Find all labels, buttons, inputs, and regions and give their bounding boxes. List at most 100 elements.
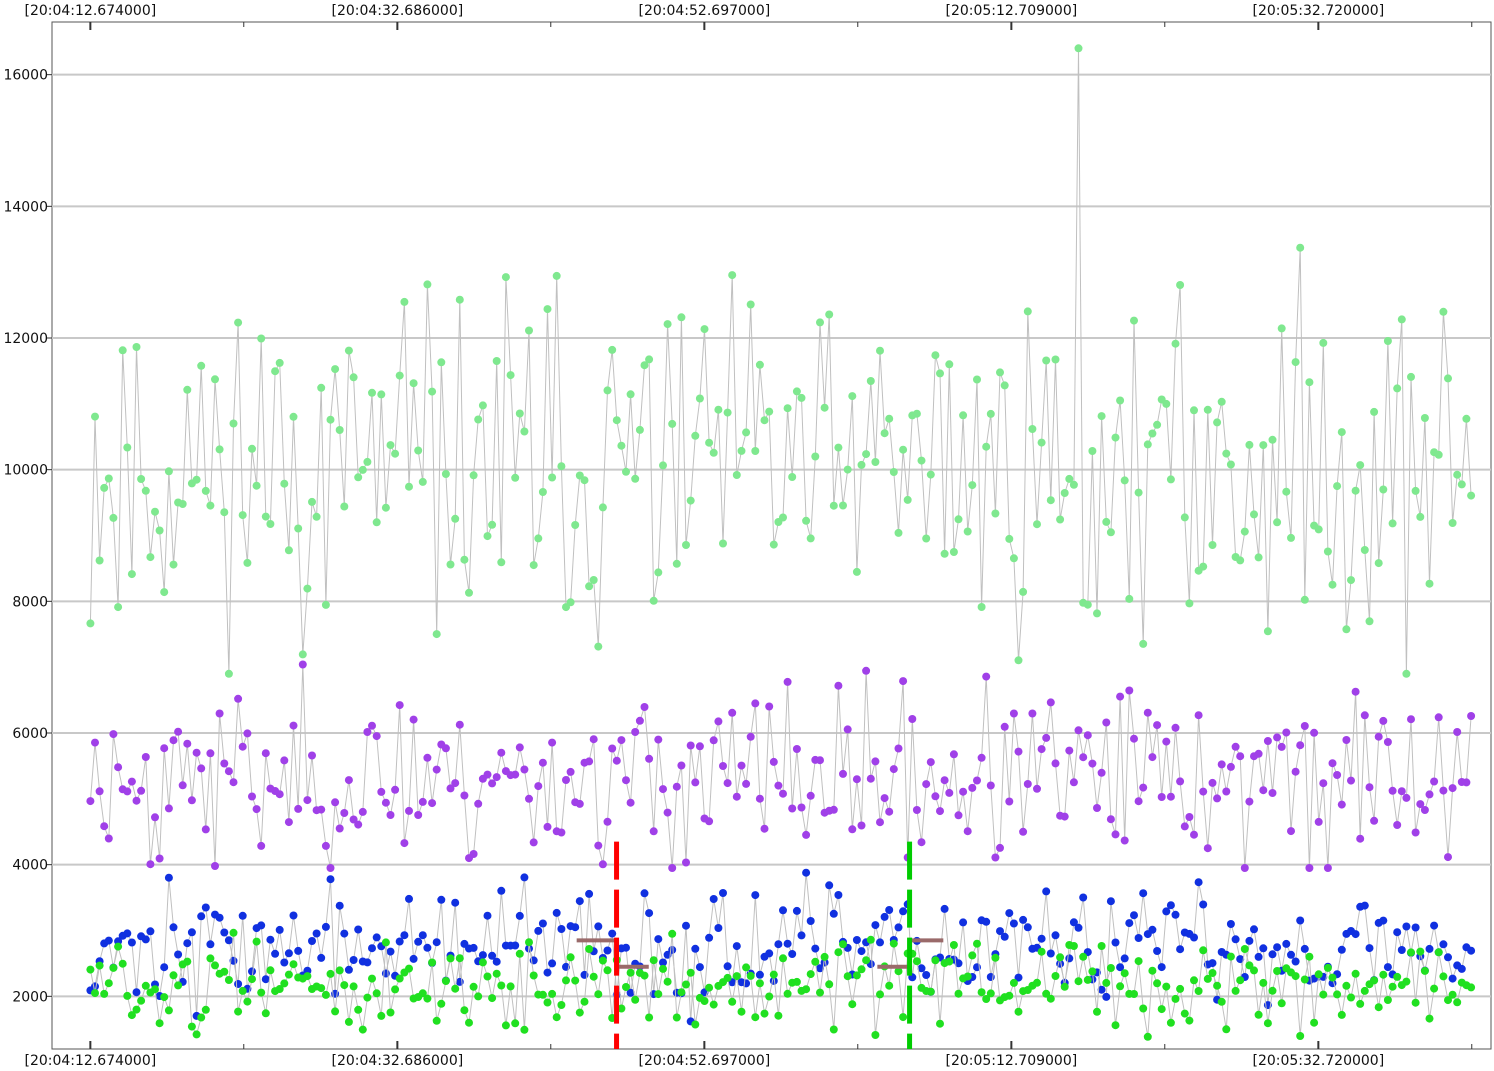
data-point: [709, 895, 718, 903]
data-point: [802, 830, 811, 839]
data-point: [1213, 418, 1222, 427]
data-point: [437, 895, 446, 904]
data-point: [1134, 934, 1143, 942]
data-point: [1171, 723, 1180, 732]
data-point: [321, 841, 330, 850]
data-point: [1042, 356, 1051, 365]
data-point: [603, 386, 612, 395]
data-point: [340, 981, 349, 990]
y-tick-label: 8000: [12, 594, 48, 610]
data-point: [894, 923, 903, 932]
data-point: [104, 936, 113, 945]
data-point: [1014, 747, 1023, 756]
data-point: [335, 824, 344, 833]
data-point: [894, 528, 903, 537]
data-point: [899, 677, 908, 686]
data-point: [127, 938, 136, 947]
data-point: [358, 807, 367, 816]
data-point: [806, 917, 815, 925]
data-point: [1351, 930, 1360, 939]
data-point: [1250, 966, 1258, 975]
data-point: [1009, 554, 1018, 563]
data-point: [192, 1030, 201, 1039]
data-point: [104, 979, 113, 988]
data-point: [1342, 736, 1351, 744]
data-point: [211, 862, 219, 870]
data-point: [229, 778, 238, 787]
data-point: [132, 988, 141, 997]
data-point: [1176, 984, 1185, 993]
data-point: [1300, 595, 1309, 604]
data-point: [465, 1018, 473, 1027]
data-point: [455, 954, 464, 963]
data-point: [1439, 307, 1448, 316]
data-point: [1383, 337, 1392, 345]
data-point: [321, 600, 330, 609]
data-point: [164, 1006, 173, 1015]
data-point: [483, 532, 492, 541]
data-point: [779, 954, 787, 963]
data-point: [160, 588, 169, 597]
data-point: [1000, 932, 1009, 941]
data-point: [663, 808, 672, 817]
data-point: [381, 938, 390, 947]
data-point: [1005, 991, 1014, 1000]
data-point: [852, 936, 861, 944]
data-point: [344, 776, 353, 785]
data-point: [151, 507, 159, 516]
data-point: [1162, 982, 1171, 991]
data-point: [626, 798, 635, 807]
data-point: [423, 280, 432, 289]
data-point: [321, 922, 330, 931]
data-point: [1337, 800, 1346, 809]
data-point: [571, 521, 580, 529]
data-point: [400, 931, 409, 940]
data-point: [663, 977, 672, 986]
data-point: [585, 889, 594, 898]
data-point: [1157, 963, 1166, 972]
scatter-plot[interactable]: 2000 4000 6000 8000 10000 12000 14000 16000 [20…: [0, 0, 1494, 1071]
data-point: [169, 560, 178, 569]
data-point: [1005, 909, 1014, 918]
data-point: [395, 701, 404, 710]
data-point: [1462, 414, 1471, 423]
data-point: [723, 973, 732, 982]
data-point: [1153, 420, 1162, 429]
data-point: [792, 977, 801, 986]
data-point: [1102, 517, 1111, 526]
data-point: [617, 441, 626, 450]
data-point: [986, 781, 995, 790]
data-point: [1166, 792, 1175, 801]
data-point: [820, 952, 829, 961]
data-point: [423, 753, 432, 762]
data-point: [926, 987, 935, 996]
data-point: [1009, 978, 1018, 987]
data-point: [109, 513, 118, 522]
data-point: [1074, 726, 1083, 735]
data-point: [732, 942, 741, 951]
data-point: [252, 937, 261, 946]
data-point: [1356, 999, 1365, 1008]
data-point: [146, 927, 155, 936]
data-point: [520, 1025, 529, 1034]
data-point: [1037, 438, 1046, 447]
data-point: [755, 360, 764, 369]
data-point: [714, 405, 723, 414]
data-point: [1046, 994, 1055, 1003]
data-point: [774, 781, 783, 790]
data-point: [571, 923, 580, 932]
data-point: [691, 944, 700, 953]
data-point: [340, 502, 349, 511]
data-point: [575, 897, 584, 906]
data-point: [1157, 793, 1166, 801]
data-point: [917, 838, 926, 847]
data-point: [123, 991, 132, 1000]
data-point: [1019, 915, 1028, 924]
data-point: [622, 776, 630, 785]
data-point: [1106, 815, 1115, 824]
data-point: [968, 951, 977, 960]
data-point: [409, 715, 418, 724]
data-point: [1014, 656, 1023, 665]
data-point: [95, 961, 104, 970]
data-point: [1222, 449, 1231, 458]
